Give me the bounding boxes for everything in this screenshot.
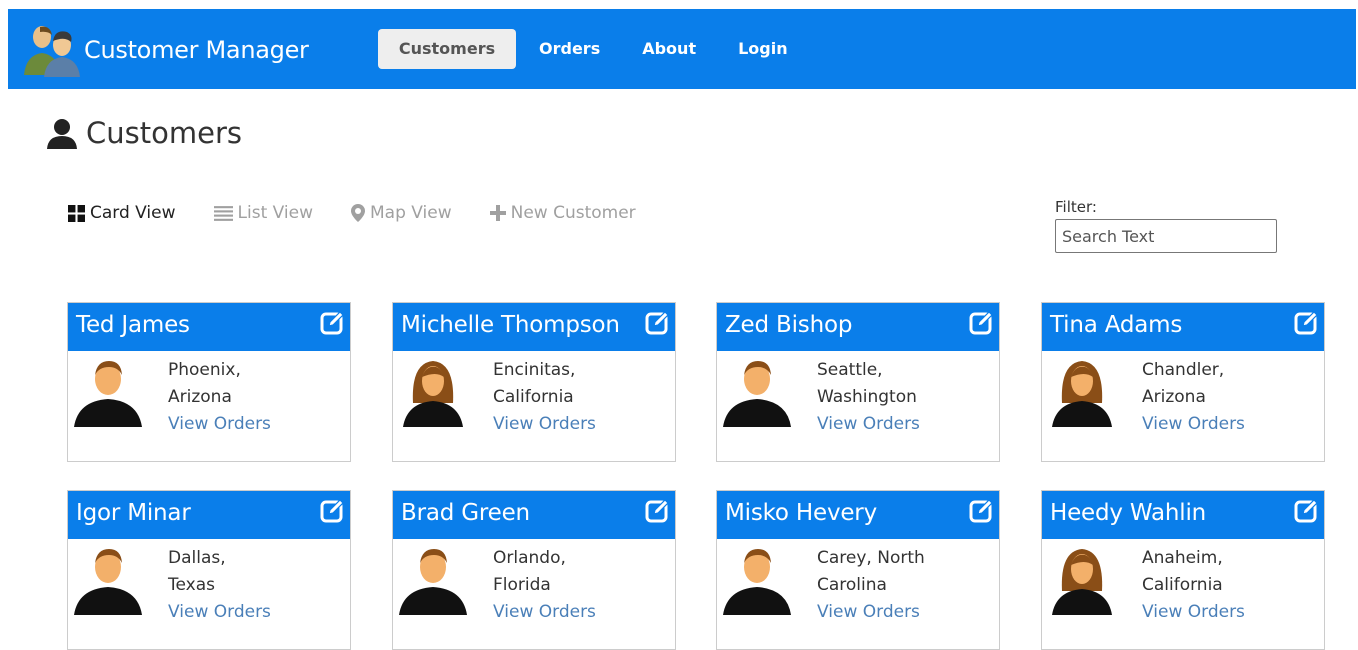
card-body: Carey, North Carolina View Orders — [817, 545, 927, 626]
customer-card: Misko Hevery Carey, North Carolina View Or… — [716, 490, 1000, 650]
male-avatar-icon — [723, 549, 791, 615]
card-body: Seattle, Washington View Orders — [817, 357, 927, 438]
nav-login[interactable]: Login — [717, 29, 809, 69]
male-avatar-icon — [399, 549, 467, 615]
card-header: Heedy Wahlin — [1042, 491, 1324, 539]
card-header: Igor Minar — [68, 491, 350, 539]
user-icon — [47, 119, 77, 149]
edit-icon[interactable] — [969, 311, 993, 335]
card-body: Phoenix, Arizona View Orders — [168, 357, 278, 438]
customer-card: Brad Green Orlando, Florida View Orders — [392, 490, 676, 650]
female-avatar-icon — [403, 361, 463, 427]
customer-location: Phoenix, Arizona — [168, 360, 241, 407]
view-orders-link[interactable]: View Orders — [493, 411, 603, 438]
brand-title: Customer Manager — [84, 36, 309, 64]
view-orders-link[interactable]: View Orders — [168, 411, 278, 438]
edit-icon[interactable] — [320, 499, 344, 523]
edit-icon[interactable] — [320, 311, 344, 335]
list-view-button[interactable]: List View — [213, 203, 313, 223]
filter-group: Filter: — [1055, 198, 1277, 253]
new-customer-label: New Customer — [510, 203, 636, 223]
nav-about[interactable]: About — [621, 29, 717, 69]
card-header: Michelle Thompson — [393, 303, 675, 351]
edit-icon[interactable] — [1294, 311, 1318, 335]
customer-name: Heedy Wahlin — [1050, 500, 1207, 526]
plus-icon — [489, 205, 506, 221]
male-avatar-icon — [723, 361, 791, 427]
customer-location: Dallas, Texas — [168, 548, 226, 595]
card-header: Tina Adams — [1042, 303, 1324, 351]
edit-icon[interactable] — [645, 499, 669, 523]
card-body: Encinitas, California View Orders — [493, 357, 603, 438]
filter-label: Filter: — [1055, 198, 1097, 216]
map-view-button[interactable]: Map View — [350, 203, 452, 223]
female-avatar-icon — [1052, 361, 1112, 427]
customer-name: Ted James — [76, 312, 190, 338]
search-input[interactable] — [1055, 219, 1277, 253]
new-customer-button[interactable]: New Customer — [489, 203, 636, 223]
grid-icon — [68, 204, 85, 222]
view-orders-link[interactable]: View Orders — [1142, 411, 1252, 438]
edit-icon[interactable] — [1294, 499, 1318, 523]
card-header: Brad Green — [393, 491, 675, 539]
customer-card: Michelle Thompson Encinitas, California Vi… — [392, 302, 676, 462]
view-orders-link[interactable]: View Orders — [817, 599, 927, 626]
customers-logo-icon — [24, 26, 80, 77]
card-header: Ted James — [68, 303, 350, 351]
page-title: Customers — [46, 116, 242, 150]
card-view-label: Card View — [90, 203, 176, 223]
customer-name: Zed Bishop — [725, 312, 853, 338]
customer-location: Carey, North Carolina — [817, 548, 925, 595]
card-body: Anaheim, California View Orders — [1142, 545, 1252, 626]
view-orders-link[interactable]: View Orders — [493, 599, 603, 626]
customer-card: Heedy Wahlin Anaheim, California View Orde… — [1041, 490, 1325, 650]
nav-orders[interactable]: Orders — [518, 29, 621, 69]
customer-card: Igor Minar Dallas, Texas View Orders — [67, 490, 351, 650]
card-header: Misko Hevery — [717, 491, 999, 539]
customer-card: Tina Adams Chandler, Arizona View Orders — [1041, 302, 1325, 462]
customer-location: Orlando, Florida — [493, 548, 566, 595]
customer-location: Anaheim, California — [1142, 548, 1223, 595]
customer-name: Igor Minar — [76, 500, 191, 526]
edit-icon[interactable] — [645, 311, 669, 335]
view-toolbar: Card View List View Map View New Custome… — [68, 203, 636, 223]
customer-name: Misko Hevery — [725, 500, 877, 526]
card-body: Dallas, Texas View Orders — [168, 545, 278, 626]
customer-card: Zed Bishop Seattle, Washington View Orders — [716, 302, 1000, 462]
map-view-label: Map View — [369, 203, 452, 223]
view-orders-link[interactable]: View Orders — [817, 411, 927, 438]
main-nav: Customers Orders About Login — [378, 29, 809, 69]
edit-icon[interactable] — [969, 499, 993, 523]
customer-name: Brad Green — [401, 500, 530, 526]
nav-customers[interactable]: Customers — [378, 29, 516, 69]
customer-name: Michelle Thompson — [401, 312, 620, 338]
map-marker-icon — [350, 204, 365, 222]
male-avatar-icon — [74, 549, 142, 615]
page-title-text: Customers — [86, 116, 242, 150]
card-body: Chandler, Arizona View Orders — [1142, 357, 1252, 438]
list-icon — [213, 205, 233, 221]
card-header: Zed Bishop — [717, 303, 999, 351]
customer-name: Tina Adams — [1050, 312, 1183, 338]
view-orders-link[interactable]: View Orders — [168, 599, 278, 626]
view-orders-link[interactable]: View Orders — [1142, 599, 1252, 626]
customer-location: Encinitas, California — [493, 360, 576, 407]
customer-location: Chandler, Arizona — [1142, 360, 1225, 407]
list-view-label: List View — [237, 203, 313, 223]
female-avatar-icon — [1052, 549, 1112, 615]
navbar: Customer Manager Customers Orders About … — [8, 9, 1356, 89]
customer-card: Ted James Phoenix, Arizona View Orders — [67, 302, 351, 462]
brand[interactable]: Customer Manager — [20, 23, 309, 77]
male-avatar-icon — [74, 361, 142, 427]
card-body: Orlando, Florida View Orders — [493, 545, 603, 626]
customer-location: Seattle, Washington — [817, 360, 917, 407]
card-view-button[interactable]: Card View — [68, 203, 176, 223]
